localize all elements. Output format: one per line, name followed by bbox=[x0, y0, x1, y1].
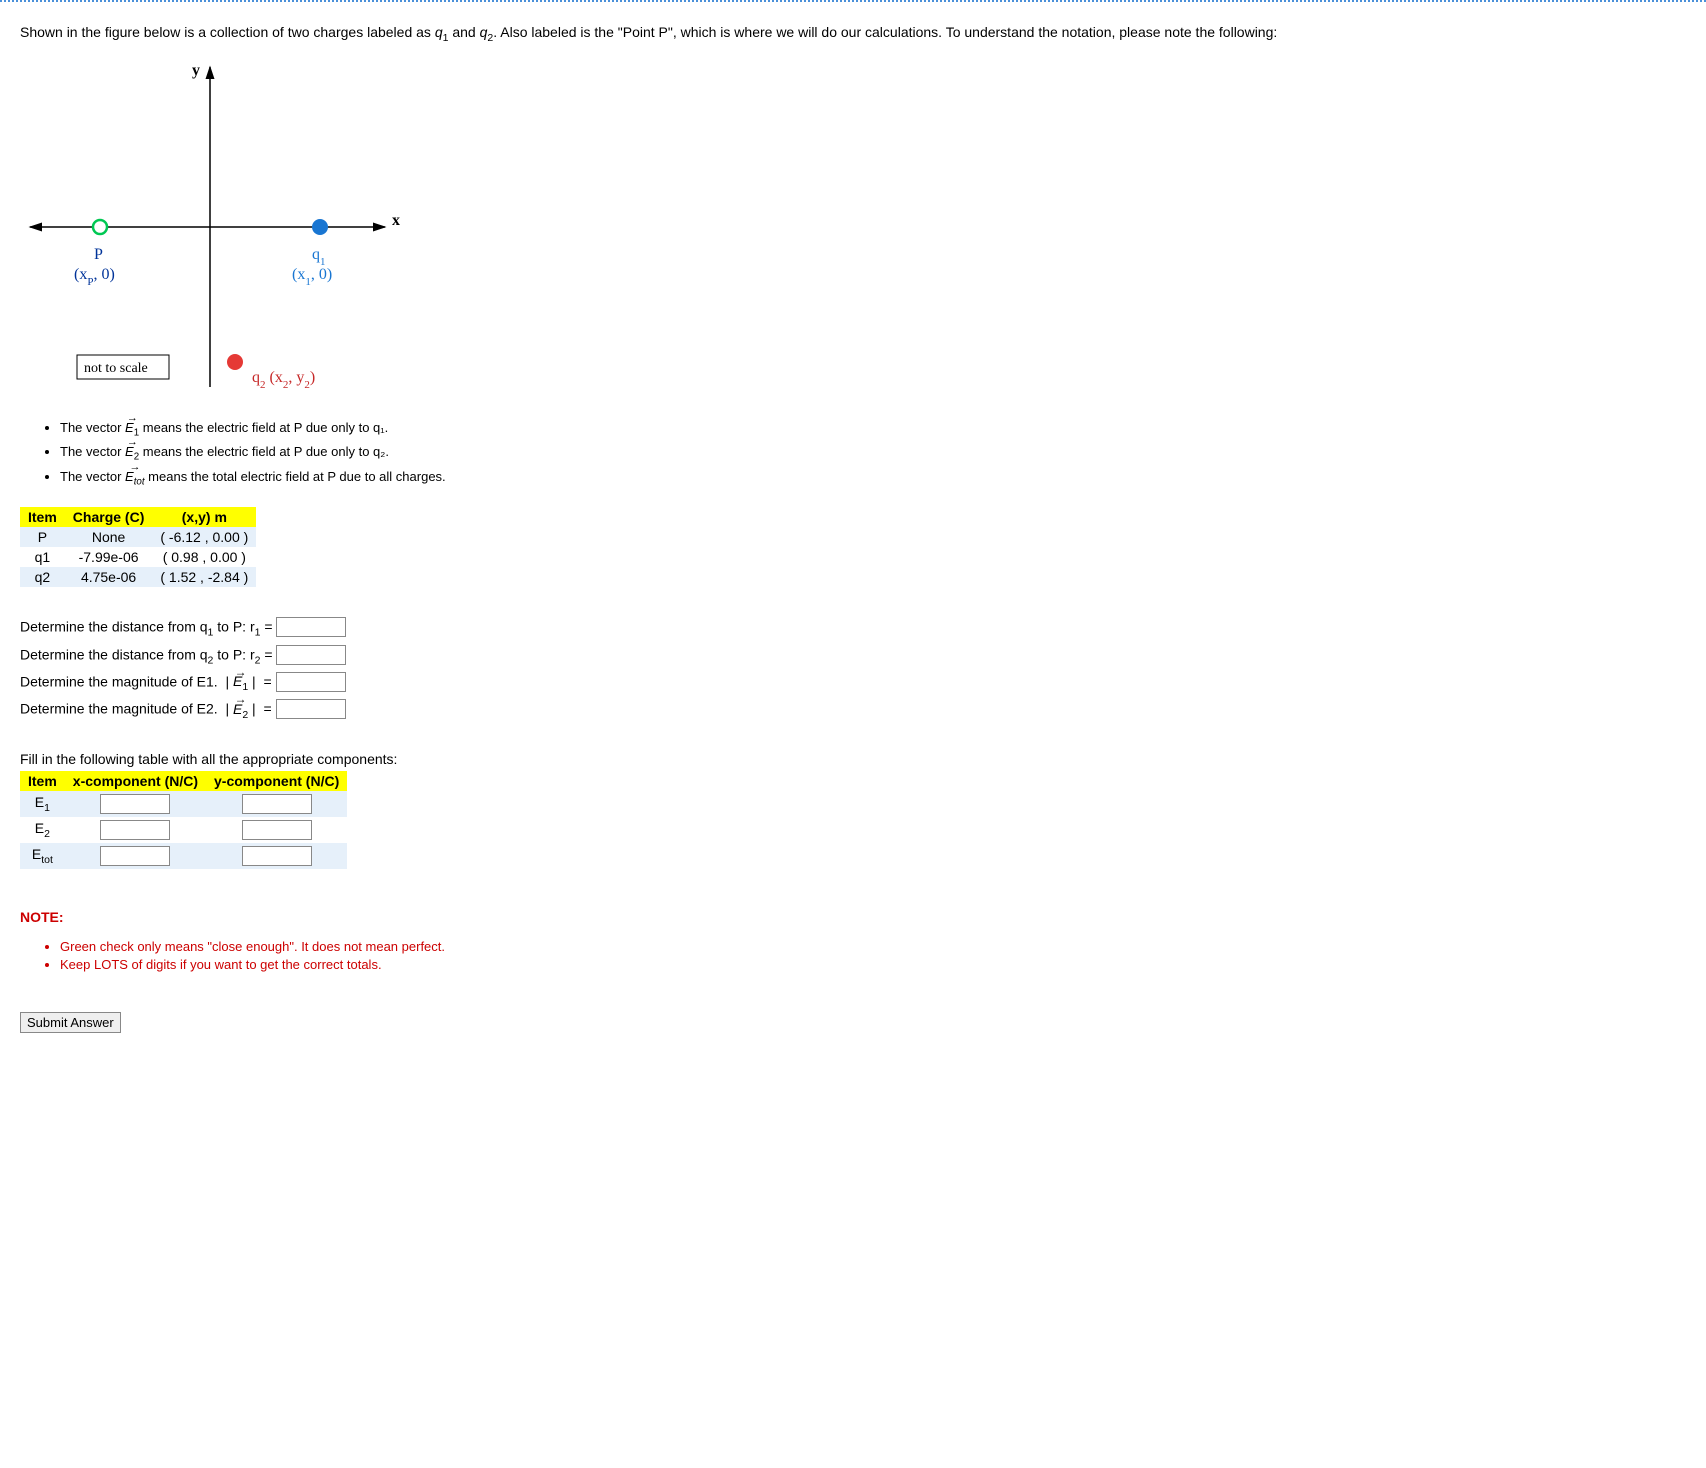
cell: q1 bbox=[20, 547, 65, 567]
th-charge: Charge (C) bbox=[65, 507, 153, 527]
svg-text:x: x bbox=[392, 212, 400, 229]
bullet-text: means the electric field at P due only t… bbox=[143, 444, 389, 459]
etot-y-input[interactable] bbox=[242, 846, 312, 866]
cell bbox=[65, 843, 206, 869]
bullet-text: The vector bbox=[60, 444, 125, 459]
th-xy: (x,y) m bbox=[152, 507, 256, 527]
table-row: E2 bbox=[20, 817, 347, 843]
cell: ( 1.52 , -2.84 ) bbox=[152, 567, 256, 587]
cell: ( 0.98 , 0.00 ) bbox=[152, 547, 256, 567]
cell: q2 bbox=[20, 567, 65, 587]
charge-table: Item Charge (C) (x,y) m P None ( -6.12 ,… bbox=[20, 507, 256, 587]
question-row: Determine the distance from q2 to P: r2 … bbox=[20, 645, 1686, 666]
cell bbox=[206, 817, 347, 843]
table-row: Etot bbox=[20, 843, 347, 869]
bullet-item: The vector Etot means the total electric… bbox=[60, 469, 1686, 488]
e2-mag-input[interactable] bbox=[276, 699, 346, 719]
note-header: NOTE: bbox=[20, 909, 1686, 925]
svg-text:(x1, 0): (x1, 0) bbox=[292, 266, 332, 288]
r2-input[interactable] bbox=[276, 645, 346, 665]
cell: E1 bbox=[20, 791, 65, 817]
table-row: P None ( -6.12 , 0.00 ) bbox=[20, 527, 256, 547]
bullet-item: The vector E2 means the electric field a… bbox=[60, 444, 1686, 463]
vector-symbol: E2 bbox=[125, 444, 139, 463]
question-row: Determine the magnitude of E2. | E2 | = bbox=[20, 699, 1686, 720]
cell: ( -6.12 , 0.00 ) bbox=[152, 527, 256, 547]
question-block: Determine the distance from q1 to P: r1 … bbox=[20, 617, 1686, 720]
e1-mag-input[interactable] bbox=[276, 672, 346, 692]
r1-input[interactable] bbox=[276, 617, 346, 637]
bullet-text: The vector bbox=[60, 420, 125, 435]
e2-y-input[interactable] bbox=[242, 820, 312, 840]
vector-symbol: Etot bbox=[125, 469, 145, 488]
note-item: Green check only means "close enough". I… bbox=[60, 939, 1686, 954]
e1-x-input[interactable] bbox=[100, 794, 170, 814]
svg-text:P: P bbox=[94, 246, 103, 263]
bullet-text: The vector bbox=[60, 469, 125, 484]
cell: P bbox=[20, 527, 65, 547]
note-list: Green check only means "close enough". I… bbox=[20, 939, 1686, 972]
vector-symbol: E1 bbox=[125, 420, 139, 439]
etot-x-input[interactable] bbox=[100, 846, 170, 866]
note-item: Keep LOTS of digits if you want to get t… bbox=[60, 957, 1686, 972]
svg-text:y: y bbox=[192, 62, 200, 79]
table-row: q1 -7.99e-06 ( 0.98 , 0.00 ) bbox=[20, 547, 256, 567]
cell: Etot bbox=[20, 843, 65, 869]
diagram: y x P (xP, 0) q1 (x1, 0) q2 (x2, y2) not… bbox=[20, 57, 1686, 400]
bullet-text: means the total electric field at P due … bbox=[148, 469, 445, 484]
component-table: Item x-component (N/C) y-component (N/C)… bbox=[20, 771, 347, 869]
table-row: q2 4.75e-06 ( 1.52 , -2.84 ) bbox=[20, 567, 256, 587]
cell bbox=[65, 791, 206, 817]
e2-x-input[interactable] bbox=[100, 820, 170, 840]
svg-text:not to scale: not to scale bbox=[84, 361, 148, 376]
th-item: Item bbox=[20, 771, 65, 791]
cell bbox=[206, 791, 347, 817]
th-xcomp: x-component (N/C) bbox=[65, 771, 206, 791]
component-table-prompt: Fill in the following table with all the… bbox=[20, 751, 1686, 767]
th-item: Item bbox=[20, 507, 65, 527]
table-row: E1 bbox=[20, 791, 347, 817]
cell: -7.99e-06 bbox=[65, 547, 153, 567]
bullet-text: means the electric field at P due only t… bbox=[143, 420, 389, 435]
cell bbox=[65, 817, 206, 843]
svg-text:q1: q1 bbox=[312, 246, 326, 268]
svg-text:(xP, 0): (xP, 0) bbox=[74, 266, 115, 288]
bullet-list: The vector E1 means the electric field a… bbox=[20, 420, 1686, 488]
cell: None bbox=[65, 527, 153, 547]
e1-y-input[interactable] bbox=[242, 794, 312, 814]
cell bbox=[206, 843, 347, 869]
bullet-item: The vector E1 means the electric field a… bbox=[60, 420, 1686, 439]
cell: 4.75e-06 bbox=[65, 567, 153, 587]
svg-text:q2 (x2, y2): q2 (x2, y2) bbox=[252, 369, 315, 391]
cell: E2 bbox=[20, 817, 65, 843]
intro-text: Shown in the figure below is a collectio… bbox=[20, 22, 1686, 47]
question-row: Determine the magnitude of E1. | E1 | = bbox=[20, 672, 1686, 693]
submit-answer-button[interactable]: Submit Answer bbox=[20, 1012, 121, 1033]
question-row: Determine the distance from q1 to P: r1 … bbox=[20, 617, 1686, 638]
th-ycomp: y-component (N/C) bbox=[206, 771, 347, 791]
